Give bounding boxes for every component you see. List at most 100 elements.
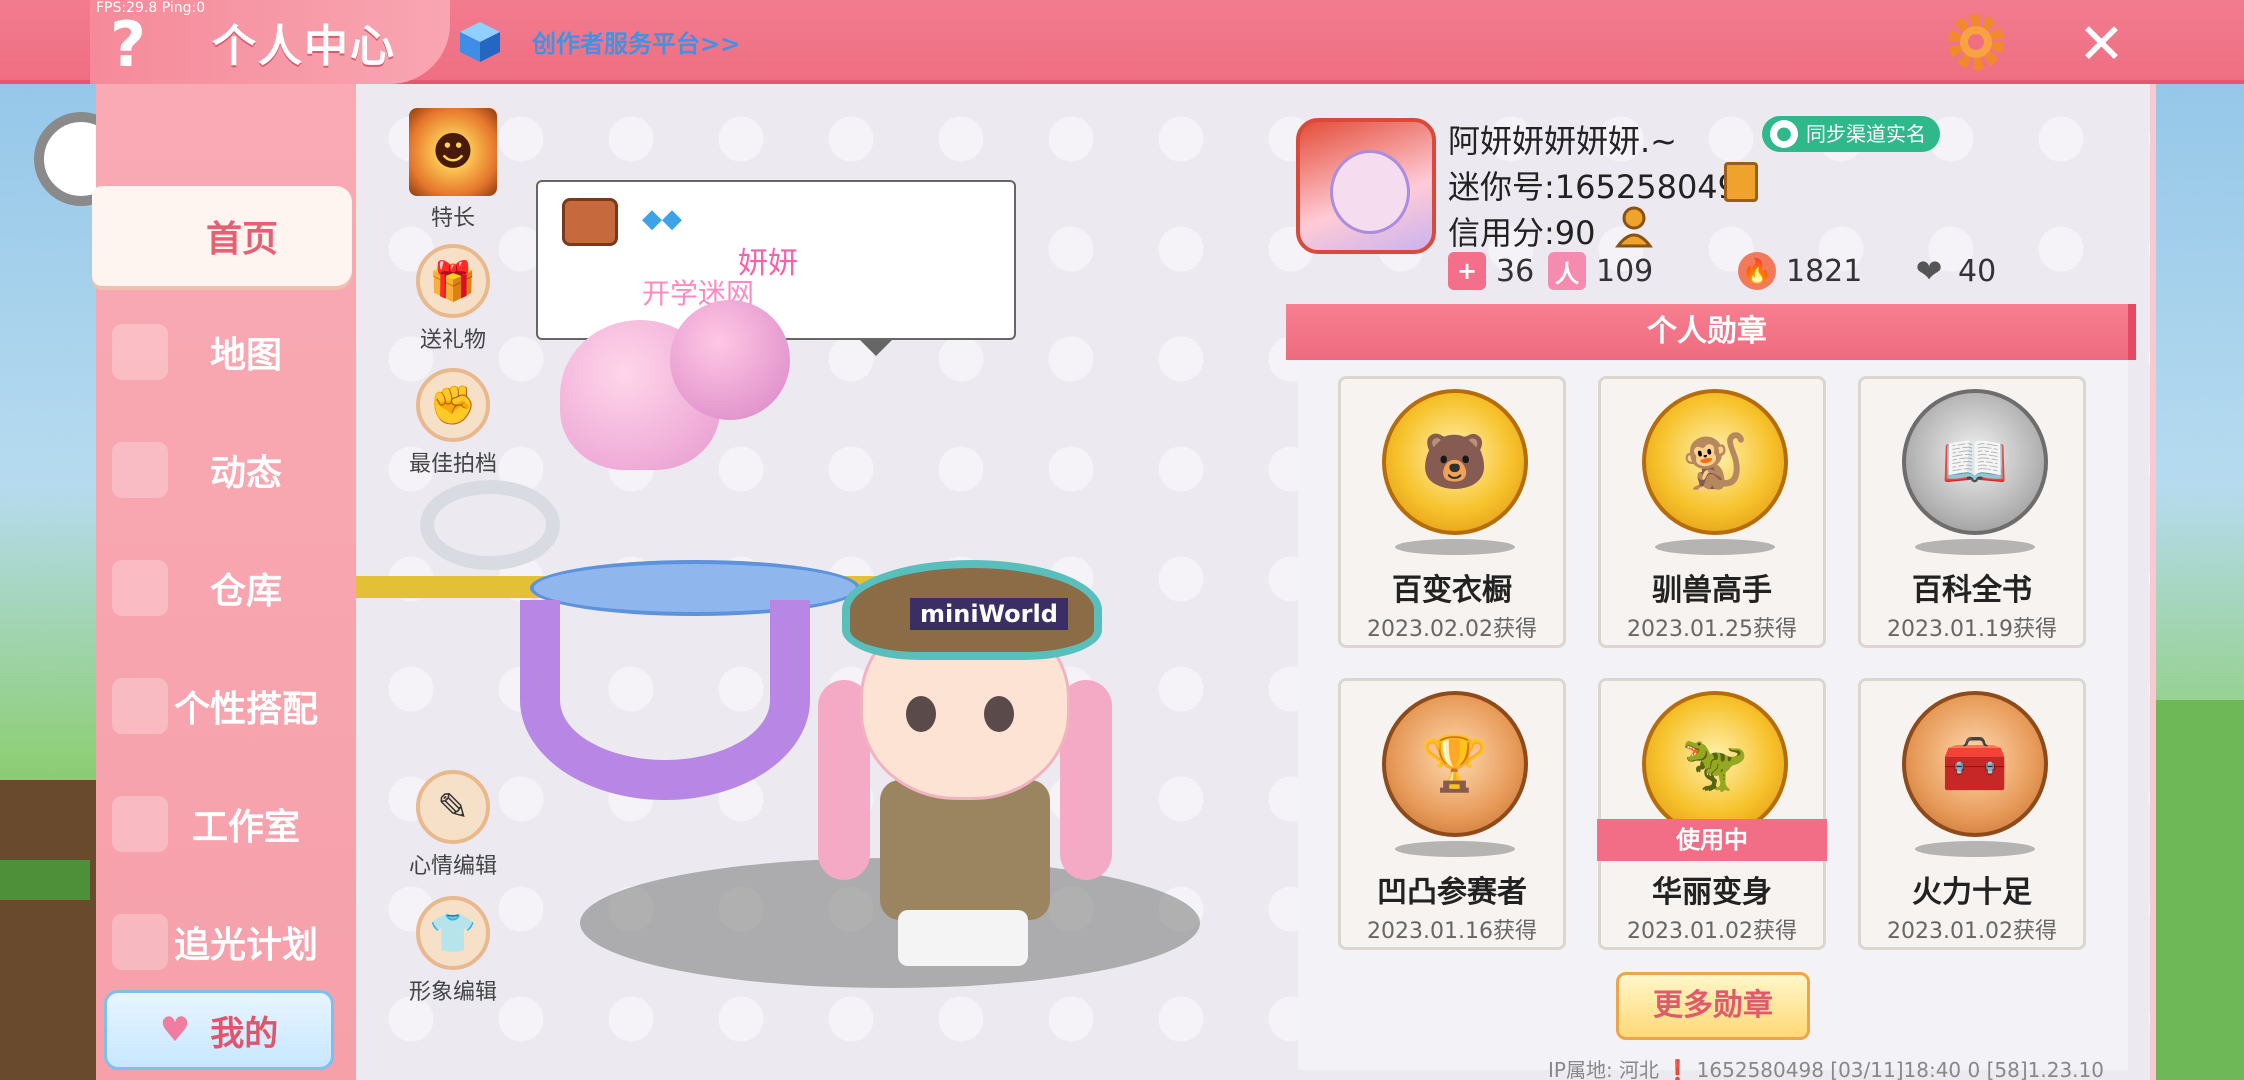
sidebar-item-label: 个性搭配 (173, 689, 318, 730)
trophy-icon: 🏆 (1382, 691, 1528, 837)
footer-info: IP属地: 河北 ❗ 1652580498 [03/11]18:40 0 [58… (1548, 1058, 2104, 1080)
warehouse-icon (112, 560, 168, 616)
medal-stand (1395, 841, 1515, 857)
credit-score: 信用分:90 (1448, 214, 1596, 252)
medal-stand (1395, 539, 1515, 555)
mine-button[interactable]: ♥ 我的 (104, 990, 334, 1070)
outfit-icon (112, 678, 168, 734)
chat-bubble: ◆◆ 妍妍 开学迷网 (536, 180, 1016, 356)
background-grass (0, 860, 90, 900)
avatar-face (1330, 150, 1410, 234)
character-eye (906, 696, 936, 732)
sidebar-item-label: 追光计划 (173, 925, 318, 966)
sidebar-item-chase-light[interactable]: 追光计划 (96, 892, 356, 992)
skill-label: 特长 (430, 206, 475, 231)
page-title: 个人中心 (212, 21, 396, 72)
medal-name: 华丽变身 (1652, 875, 1772, 910)
medal-name: 凹凸参赛者 (1377, 875, 1527, 910)
medal-date: 2023.01.16获得 (1367, 919, 1537, 944)
mine-label: 我的 (210, 1013, 279, 1054)
best-partner-button[interactable]: ✊ 最佳拍档 (398, 368, 508, 478)
medal-date: 2023.01.02获得 (1627, 919, 1797, 944)
character-legs (898, 910, 1028, 966)
medal-card[interactable]: 🦖 使用中 华丽变身 2023.01.02获得 (1597, 678, 1827, 950)
creator-platform-link[interactable]: 创作者服务平台>> (532, 24, 740, 59)
medal-date: 2023.01.19获得 (1887, 617, 2057, 642)
outfit-edit-icon: 👕 (416, 896, 490, 970)
more-medals-button[interactable]: 更多勋章 (1616, 972, 1810, 1040)
sidebar-item-studio[interactable]: 工作室 (96, 774, 356, 874)
bell-icon (112, 442, 168, 498)
medal-card[interactable]: 📖 百科全书 2023.01.19获得 (1858, 376, 2086, 648)
stat-value: 40 (1958, 253, 1997, 289)
best-partner-label: 最佳拍档 (408, 452, 497, 477)
sidebar-item-warehouse[interactable]: 仓库 (96, 538, 356, 638)
pet-ribbon (520, 600, 810, 800)
handshake-icon: ✊ (416, 368, 490, 442)
dino-icon: 🦖 (1642, 691, 1788, 837)
gift-icon: 🎁 (416, 244, 490, 318)
medal-section-header: 个人勋章 (1286, 304, 2136, 360)
help-icon[interactable]: ? (110, 8, 146, 81)
gem-icon: ◆◆ (642, 204, 682, 234)
close-icon[interactable]: ✕ (2078, 12, 2125, 77)
sidebar-item-label: 仓库 (209, 571, 282, 612)
background-ground (0, 780, 110, 1080)
stat-fans[interactable]: 人 109 (1548, 252, 1653, 290)
medal-stand (1655, 539, 1775, 555)
image-edit-label: 形象编辑 (408, 980, 497, 1005)
sidebar-item-outfit[interactable]: 个性搭配 (96, 656, 356, 756)
hearts-icon: ❤ (1915, 252, 1943, 290)
medal-name: 百变衣橱 (1392, 573, 1512, 608)
medal-card[interactable]: 🧰 火力十足 2023.01.02获得 (1858, 678, 2086, 950)
skill-button[interactable]: ☻ 特长 (398, 108, 508, 232)
stat-friends[interactable]: ❤ 40 (1910, 252, 1997, 290)
stat-value: 1821 (1786, 253, 1863, 289)
medal-card[interactable]: 🐻 百变衣橱 2023.02.02获得 (1338, 376, 1566, 648)
sidebar: 首页 地图 动态 仓库 个性搭配 工作室 追光计划 (92, 84, 356, 1080)
sidebar-item-feed[interactable]: 动态 (96, 420, 356, 520)
pet-bell-flower (670, 300, 790, 420)
plus-flag-icon: + (1448, 252, 1486, 290)
panel-border (2150, 84, 2156, 1080)
medal-name: 百科全书 (1912, 573, 2032, 608)
pet-swirl (420, 480, 560, 570)
person-info-icon[interactable] (1614, 206, 1658, 248)
verify-realname-button[interactable]: ● 同步渠道实名 (1762, 116, 1940, 152)
background-grass-right (2144, 700, 2244, 1080)
sidebar-item-label: 地图 (209, 335, 282, 376)
edit-icon: ✎ (416, 770, 490, 844)
in-use-badge: 使用中 (1597, 819, 1827, 861)
mood-edit-button[interactable]: ✎ 心情编辑 (398, 770, 508, 880)
studio-icon (112, 796, 168, 852)
character-eye (984, 696, 1014, 732)
sidebar-item-label: 首页 (205, 219, 278, 260)
stat-likes[interactable]: + 36 (1448, 252, 1534, 290)
character-body (880, 780, 1050, 920)
sidebar-item-label: 工作室 (191, 807, 300, 848)
skill-icon: ☻ (409, 108, 497, 196)
medal-card[interactable]: 🏆 凹凸参赛者 2023.01.16获得 (1338, 678, 1566, 950)
medal-card[interactable]: 🐒 驯兽高手 2023.01.25获得 (1598, 376, 1826, 648)
medal-date: 2023.02.02获得 (1367, 617, 1537, 642)
sidebar-item-home[interactable]: 首页 (92, 186, 352, 286)
stat-value: 36 (1496, 253, 1535, 289)
flame-icon: 🔥 (1738, 252, 1776, 290)
top-bar: FPS:29.8 Ping:0 ? 个人中心 创作者服务平台>> ✕ (0, 0, 2244, 84)
medal-date: 2023.01.25获得 (1627, 617, 1797, 642)
medal-name: 驯兽高手 (1652, 573, 1772, 608)
book-icon: 📖 (1902, 389, 2048, 535)
heart-icon: ♥ (159, 1010, 191, 1050)
sidebar-item-map[interactable]: 地图 (96, 302, 356, 402)
stat-popularity[interactable]: 🔥 1821 (1738, 252, 1862, 290)
medal-date: 2023.01.02获得 (1887, 919, 2057, 944)
hat-logo: miniWorld (910, 598, 1068, 630)
cube-icon[interactable] (458, 20, 502, 64)
copy-icon[interactable] (1724, 162, 1758, 202)
bear-icon: 🐻 (1382, 389, 1528, 535)
user-icon: ● (1770, 120, 1798, 148)
gear-icon[interactable] (1944, 10, 2008, 74)
gift-button[interactable]: 🎁 送礼物 (398, 244, 508, 354)
image-edit-button[interactable]: 👕 形象编辑 (398, 896, 508, 1006)
medal-name: 火力十足 (1912, 875, 2032, 910)
